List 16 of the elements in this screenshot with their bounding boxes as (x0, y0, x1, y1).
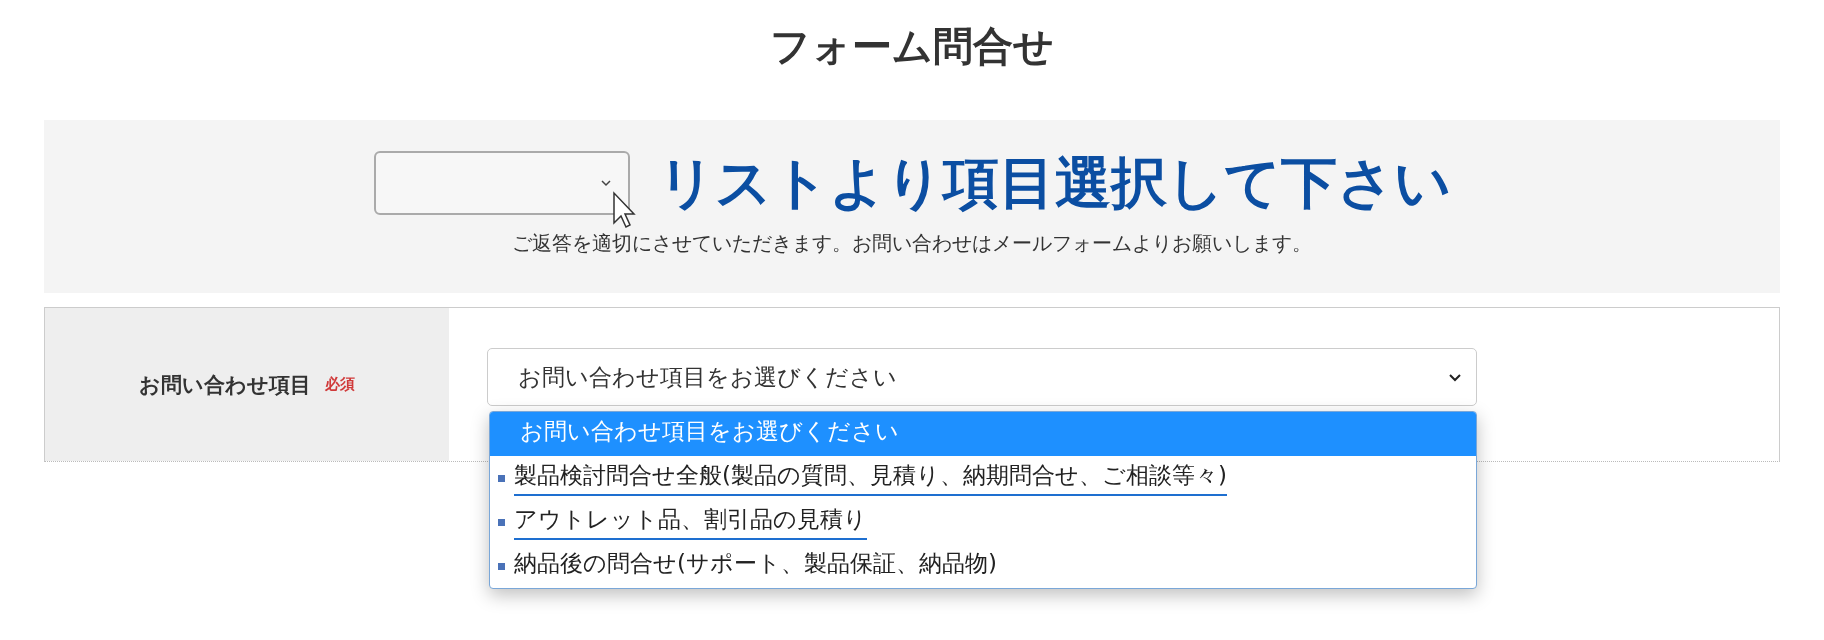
dropdown-option[interactable]: 納品後の問合せ(サポート、製品保証、納品物) (490, 544, 1476, 588)
bullet-icon (498, 474, 505, 482)
note-text: ご返答を適切にさせていただきます。お問い合わせはメールフォームよりお願いします。 (511, 230, 1313, 257)
field-label: お問い合わせ項目 (139, 371, 311, 399)
bullet-icon (498, 518, 505, 526)
bullet-icon (498, 562, 505, 570)
dropdown-option[interactable]: アウトレット品、割引品の見積り (490, 500, 1476, 544)
caret-icon (1448, 372, 1462, 382)
dropdown-option[interactable]: 製品検討問合せ全般(製品の質問、見積り、納期問合せ、ご相談等々) (490, 456, 1476, 500)
caret-icon (599, 179, 612, 187)
mouse-pointer-icon (611, 191, 636, 229)
dropdown-select[interactable] (373, 151, 630, 215)
page-title: フォーム問合せ (769, 22, 1055, 71)
required-label: 必須 (325, 375, 355, 394)
headline: リストより項目選択して下さい (657, 149, 1451, 217)
inquiry-select[interactable]: お問い合わせ項目をお選びください (487, 348, 1477, 406)
